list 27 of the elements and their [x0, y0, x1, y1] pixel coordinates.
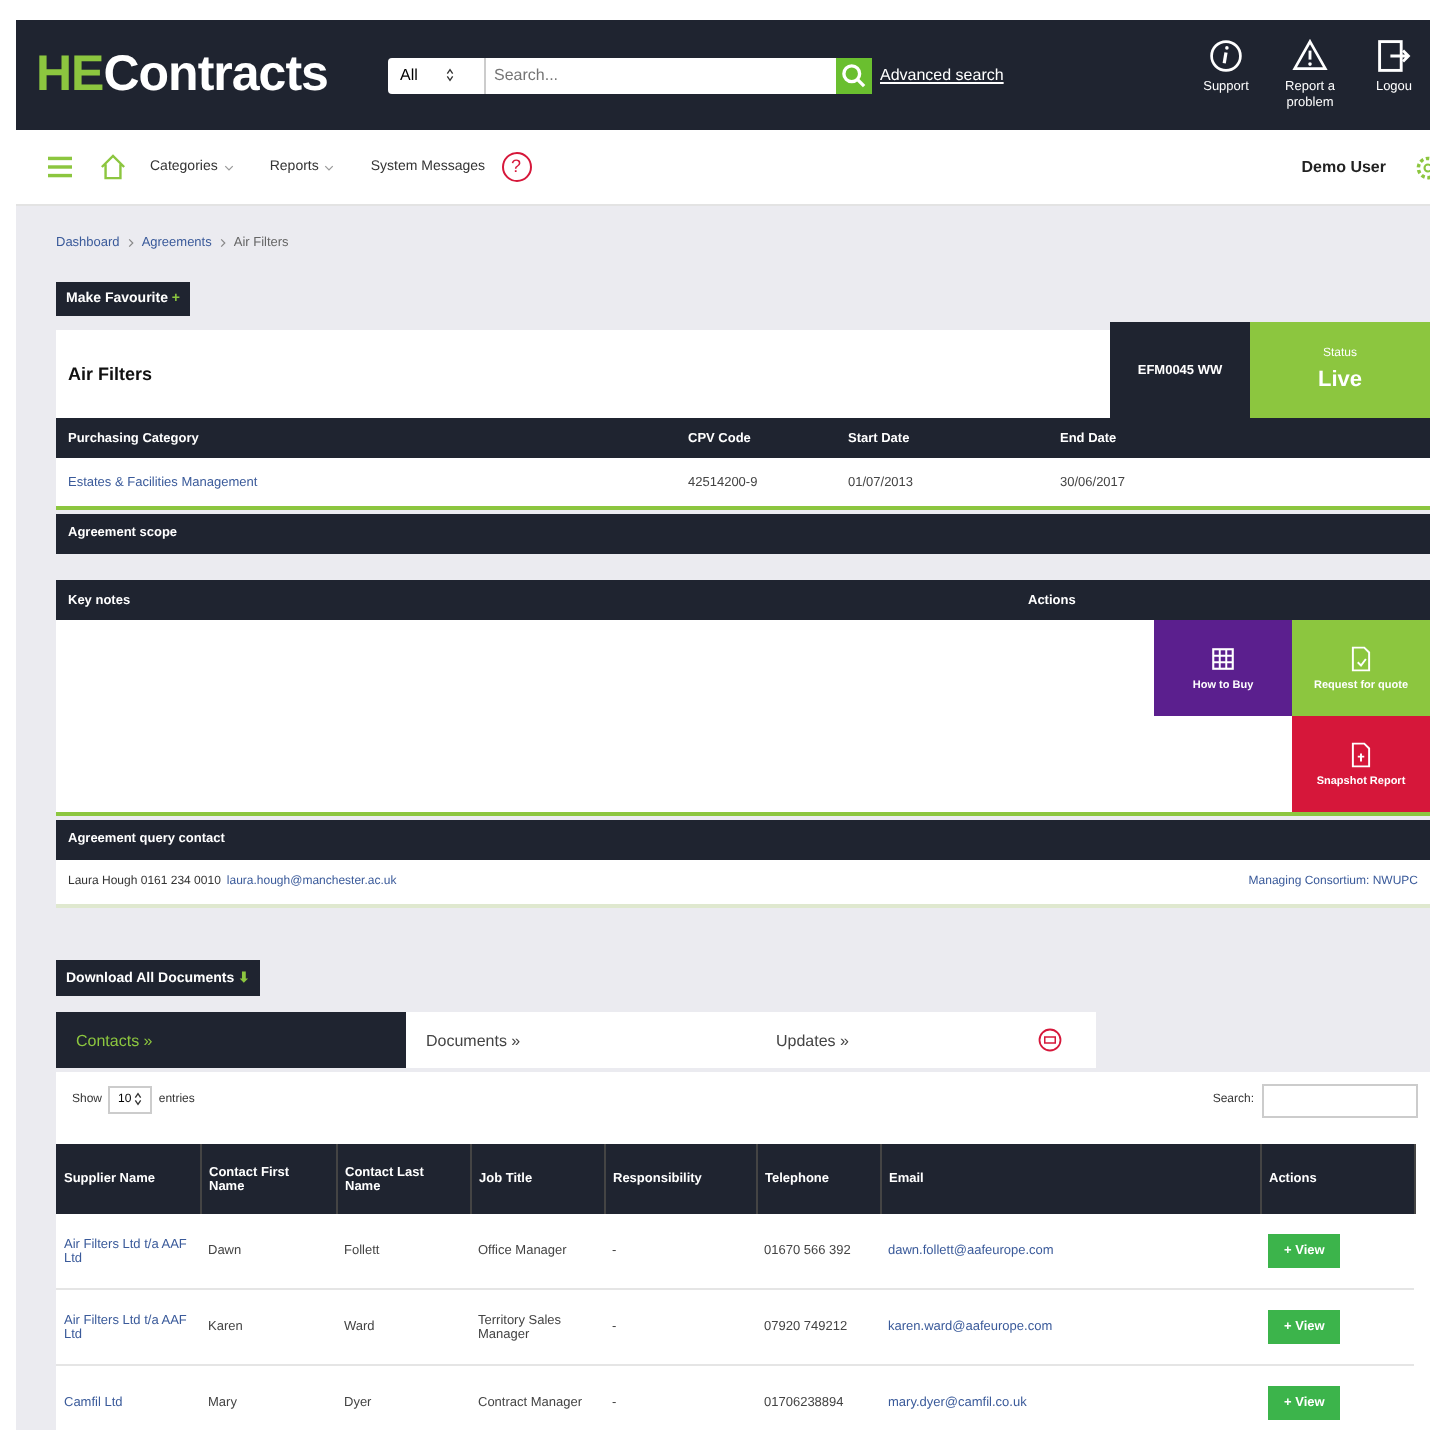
home-icon[interactable]	[100, 154, 126, 180]
tab[interactable]: Updates »	[756, 1012, 1106, 1068]
grid-icon	[1210, 645, 1236, 671]
chevron-down-icon[interactable]	[223, 163, 234, 171]
chevron-right-icon	[127, 237, 134, 247]
updown-icon	[134, 1092, 143, 1107]
chevron-right-icon	[219, 237, 226, 247]
chevron-down-icon[interactable]	[324, 163, 335, 171]
user-name[interactable]: Demo User	[1301, 158, 1386, 176]
logo[interactable]: HEContracts	[36, 46, 388, 104]
print-icon[interactable]	[1038, 1028, 1062, 1052]
warning-icon	[1292, 38, 1328, 74]
tab[interactable]: Contacts »	[56, 1012, 406, 1068]
menu-icon[interactable]	[48, 156, 72, 178]
tab[interactable]: Documents »	[406, 1012, 756, 1068]
updown-icon	[446, 67, 455, 82]
table-search-field[interactable]	[1262, 1083, 1418, 1117]
document-icon	[1348, 741, 1374, 767]
advanced-search-link[interactable]: Advanced search	[880, 66, 1104, 84]
agreement-title: Air Filters	[66, 364, 155, 384]
help-icon[interactable]: ?	[501, 152, 532, 182]
logout-icon	[1376, 38, 1412, 74]
info-icon	[1208, 38, 1244, 74]
scope-select[interactable]: All	[388, 57, 484, 93]
search-icon[interactable]	[836, 57, 872, 93]
document-icon	[1348, 645, 1374, 671]
search-field[interactable]: Search...	[484, 57, 836, 93]
